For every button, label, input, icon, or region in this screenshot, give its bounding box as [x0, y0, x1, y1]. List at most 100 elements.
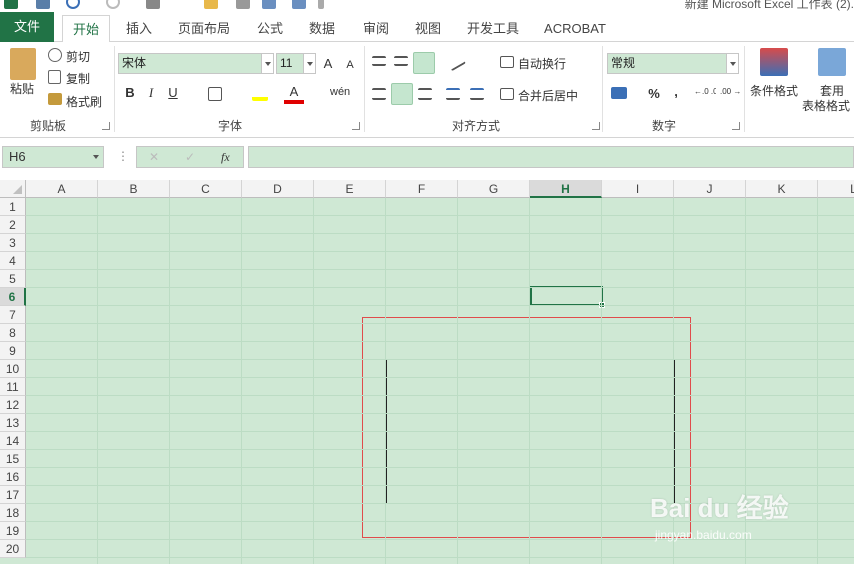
- row-header-1[interactable]: 1: [0, 198, 26, 216]
- column-header-e[interactable]: E: [314, 180, 386, 198]
- sort-asc-icon[interactable]: [262, 0, 276, 9]
- font-name-select[interactable]: 宋体: [118, 53, 274, 74]
- row-header-20[interactable]: 20: [0, 540, 26, 558]
- format-as-table-button-line2[interactable]: 表格格式: [802, 97, 850, 114]
- row-header-13[interactable]: 13: [0, 414, 26, 432]
- conditional-formatting-button[interactable]: 条件格式: [750, 82, 798, 99]
- wrap-text-icon[interactable]: [500, 56, 514, 68]
- open-folder-icon[interactable]: [204, 0, 218, 9]
- column-header-l[interactable]: L: [818, 180, 854, 198]
- copy-button[interactable]: 复制: [66, 70, 90, 87]
- name-box[interactable]: H6: [2, 146, 104, 168]
- font-size-select[interactable]: 11: [276, 53, 316, 74]
- merge-center-button[interactable]: 合并后居中: [518, 87, 578, 104]
- row-header-2[interactable]: 2: [0, 216, 26, 234]
- print-icon[interactable]: [146, 0, 160, 9]
- align-left-icon[interactable]: [372, 88, 386, 100]
- tab-developer[interactable]: 开发工具: [462, 15, 524, 42]
- column-header-k[interactable]: K: [746, 180, 818, 198]
- row-header-6[interactable]: 6: [0, 288, 26, 306]
- align-center-icon[interactable]: [391, 83, 413, 105]
- increase-indent-icon[interactable]: [470, 88, 484, 100]
- tab-acrobat[interactable]: ACROBAT: [540, 15, 610, 42]
- format-as-table-icon[interactable]: [818, 48, 846, 76]
- align-bottom-icon[interactable]: [413, 52, 435, 74]
- row-header-19[interactable]: 19: [0, 522, 26, 540]
- row-header-7[interactable]: 7: [0, 306, 26, 324]
- column-header-c[interactable]: C: [170, 180, 242, 198]
- align-middle-icon[interactable]: [394, 56, 408, 66]
- select-all-corner[interactable]: [0, 180, 26, 198]
- tab-view[interactable]: 视图: [408, 15, 448, 42]
- grow-font-button[interactable]: A: [318, 54, 338, 74]
- paste-button[interactable]: 粘贴: [10, 80, 34, 97]
- increase-decimal-button[interactable]: ←.0 .00: [694, 87, 716, 96]
- enter-icon[interactable]: ✓: [185, 150, 195, 164]
- font-launcher-icon[interactable]: [352, 122, 360, 130]
- print-preview-icon[interactable]: [236, 0, 250, 9]
- bold-button[interactable]: B: [120, 83, 140, 103]
- tab-review[interactable]: 审阅: [356, 15, 396, 42]
- row-header-10[interactable]: 10: [0, 360, 26, 378]
- chevron-down-icon[interactable]: [261, 54, 273, 73]
- row-header-12[interactable]: 12: [0, 396, 26, 414]
- align-top-icon[interactable]: [372, 56, 386, 66]
- merge-center-icon[interactable]: [500, 88, 514, 100]
- formula-bar-handle[interactable]: ⋮: [117, 149, 129, 163]
- phonetic-button[interactable]: wén: [330, 86, 350, 98]
- row-header-18[interactable]: 18: [0, 504, 26, 522]
- chevron-down-icon[interactable]: [90, 147, 102, 166]
- decrease-indent-icon[interactable]: [446, 88, 460, 100]
- comma-button[interactable]: ,: [666, 82, 686, 102]
- column-header-g[interactable]: G: [458, 180, 530, 198]
- fill-color-icon[interactable]: [252, 87, 268, 101]
- row-header-5[interactable]: 5: [0, 270, 26, 288]
- row-header-11[interactable]: 11: [0, 378, 26, 396]
- cancel-icon[interactable]: ✕: [149, 150, 159, 164]
- column-header-a[interactable]: A: [26, 180, 98, 198]
- row-header-4[interactable]: 4: [0, 252, 26, 270]
- redo-icon[interactable]: [106, 0, 120, 9]
- column-header-i[interactable]: I: [602, 180, 674, 198]
- italic-button[interactable]: I: [141, 83, 161, 103]
- tab-home[interactable]: 开始: [62, 15, 110, 43]
- active-cell[interactable]: [530, 286, 603, 306]
- cut-button[interactable]: 剪切: [66, 48, 90, 65]
- shrink-font-button[interactable]: A: [340, 55, 360, 75]
- clipboard-launcher-icon[interactable]: [102, 122, 110, 130]
- align-right-icon[interactable]: [418, 88, 432, 100]
- wrap-text-button[interactable]: 自动换行: [518, 55, 566, 72]
- sort-desc-icon[interactable]: [292, 0, 306, 9]
- customize-qat-icon[interactable]: [318, 0, 324, 9]
- insert-function-icon[interactable]: fx: [221, 150, 230, 165]
- format-painter-icon[interactable]: [48, 93, 62, 105]
- borders-icon[interactable]: [208, 87, 222, 101]
- percent-button[interactable]: %: [644, 84, 664, 104]
- alignment-launcher-icon[interactable]: [592, 122, 600, 130]
- paste-icon[interactable]: [10, 48, 36, 80]
- tab-data[interactable]: 数据: [302, 15, 342, 42]
- row-header-8[interactable]: 8: [0, 324, 26, 342]
- column-header-d[interactable]: D: [242, 180, 314, 198]
- undo-icon[interactable]: [66, 0, 80, 9]
- column-header-j[interactable]: J: [674, 180, 746, 198]
- conditional-formatting-icon[interactable]: [760, 48, 788, 76]
- column-header-b[interactable]: B: [98, 180, 170, 198]
- row-header-14[interactable]: 14: [0, 432, 26, 450]
- orientation-icon[interactable]: [446, 52, 466, 72]
- row-header-15[interactable]: 15: [0, 450, 26, 468]
- row-header-16[interactable]: 16: [0, 468, 26, 486]
- formula-input[interactable]: [248, 146, 854, 168]
- row-header-3[interactable]: 3: [0, 234, 26, 252]
- tab-insert[interactable]: 插入: [118, 15, 160, 42]
- chevron-down-icon[interactable]: [726, 54, 738, 73]
- tab-file[interactable]: 文件: [0, 12, 54, 42]
- underline-button[interactable]: U: [163, 83, 183, 103]
- save-icon[interactable]: [36, 0, 50, 9]
- cut-icon[interactable]: [48, 48, 62, 62]
- decrease-decimal-button[interactable]: .00 →.0: [720, 87, 742, 96]
- format-painter-button[interactable]: 格式刷: [66, 93, 102, 110]
- column-header-f[interactable]: F: [386, 180, 458, 198]
- number-launcher-icon[interactable]: [732, 122, 740, 130]
- column-header-h[interactable]: H: [530, 180, 602, 198]
